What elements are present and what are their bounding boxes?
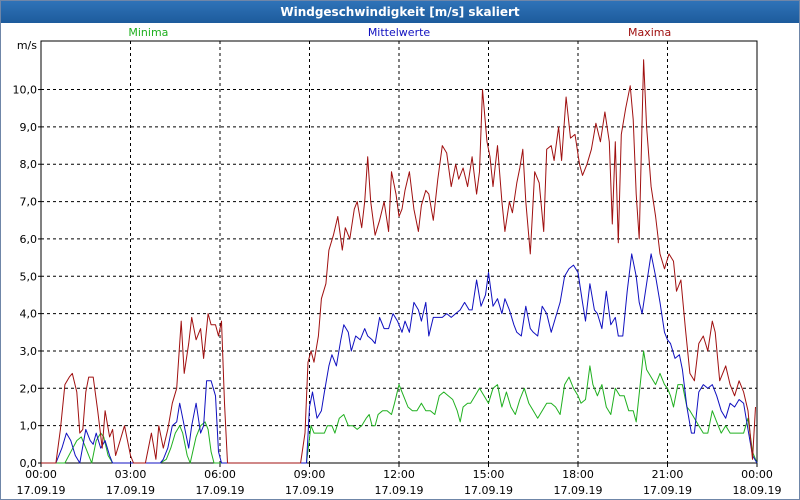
x-tick-date-label: 17.09.19	[17, 484, 66, 497]
y-tick-label: 6,0	[20, 233, 38, 246]
legend-entry-maxima: Maxima	[628, 26, 671, 39]
legend-entry-minima: Minima	[128, 26, 168, 39]
wind-speed-chart: 0,01,02,03,04,05,06,07,08,09,010,0m/s00:…	[13, 26, 782, 497]
y-tick-label: 1,0	[20, 420, 38, 433]
x-tick-date-label: 17.09.19	[464, 484, 513, 497]
x-tick-date-label: 18.09.19	[733, 484, 782, 497]
x-tick-date-label: 17.09.19	[196, 484, 245, 497]
chart-window: Windgeschwindigkeit [m/s] skaliert 0,0 1,…	[0, 0, 800, 500]
y-tick-label: 3,0	[20, 345, 38, 358]
y-tick-label: 9,0	[20, 121, 38, 134]
x-tick-date-label: 17.09.19	[285, 484, 334, 497]
y-tick-label: 2,0	[20, 382, 38, 395]
y-axis-label: m/s	[17, 39, 37, 52]
series-line-maxima	[41, 59, 756, 464]
x-tick-date-label: 17.09.19	[106, 484, 155, 497]
y-tick-label: 4,0	[20, 308, 38, 321]
y-tick-label: 8,0	[20, 158, 38, 171]
chart-grid	[41, 41, 757, 463]
y-tick-label: 7,0	[20, 196, 38, 209]
chart-legend: Minima Mittelwerte Maxima	[128, 26, 671, 39]
x-tick-date-label: 17.09.19	[554, 484, 603, 497]
x-tick-time-label: 00:00	[25, 468, 57, 481]
window-title: Windgeschwindigkeit [m/s] skaliert	[1, 1, 799, 23]
x-tick-time-label: 06:00	[204, 468, 236, 481]
x-tick-time-label: 15:00	[473, 468, 505, 481]
x-tick-date-label: 17.09.19	[375, 484, 424, 497]
legend-entry-mittelwerte: Mittelwerte	[368, 26, 431, 39]
x-tick-time-label: 03:00	[115, 468, 147, 481]
x-tick-time-label: 12:00	[383, 468, 415, 481]
x-tick-time-label: 00:00	[741, 468, 773, 481]
x-tick-time-label: 18:00	[562, 468, 594, 481]
y-tick-label: 10,0	[13, 84, 38, 97]
chart-axes: 0,01,02,03,04,05,06,07,08,09,010,0m/s00:…	[13, 39, 782, 497]
x-tick-time-label: 09:00	[294, 468, 326, 481]
x-tick-time-label: 21:00	[652, 468, 684, 481]
y-tick-label: 5,0	[20, 270, 38, 283]
x-tick-date-label: 17.09.19	[643, 484, 692, 497]
